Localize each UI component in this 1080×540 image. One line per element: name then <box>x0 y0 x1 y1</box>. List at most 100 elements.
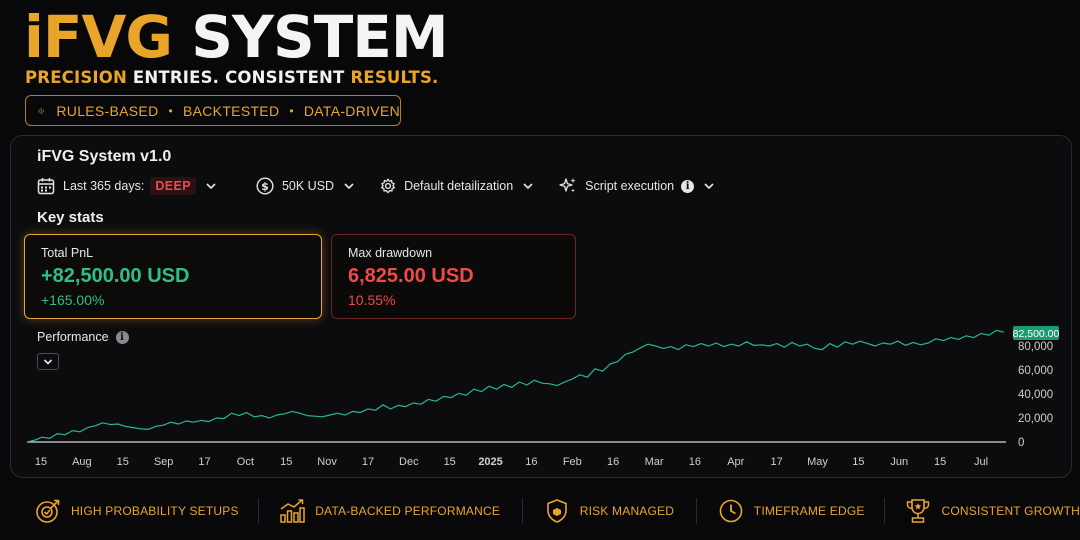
key-stats-heading: Key stats <box>37 209 104 226</box>
chevron-down-icon <box>43 358 53 365</box>
features-bar: HIGH PROBABILITY SETUPS DATA-BACKED PERF… <box>0 488 1080 534</box>
shield-icon <box>546 499 567 523</box>
max-drawdown-label: Max drawdown <box>348 246 433 260</box>
y-tick-label: 0 <box>1018 437 1024 449</box>
hero-title-system: SYSTEM <box>172 3 448 71</box>
script-filter[interactable]: Script execution i <box>559 177 716 195</box>
divider <box>883 498 885 524</box>
divider <box>522 498 524 524</box>
chevron-down-icon <box>344 183 354 190</box>
target-check-icon <box>36 499 60 523</box>
chevron-down-icon <box>206 183 216 190</box>
dollar-icon: $ <box>256 177 274 195</box>
x-tick-label: 17 <box>362 456 374 468</box>
performance-label-text: Performance <box>37 330 109 344</box>
max-drawdown-percent: 10.55% <box>348 292 396 308</box>
account-label: 50K USD <box>281 179 335 193</box>
account-filter[interactable]: $ 50K USD <box>256 177 356 195</box>
x-tick-label: 17 <box>771 456 783 468</box>
total-pnl-label: Total PnL <box>41 246 94 260</box>
x-tick-label: 15 <box>852 456 864 468</box>
y-tick-label: 20,000 <box>1018 413 1053 425</box>
feature-timeframe-edge: TIMEFRAME EDGE <box>718 488 865 534</box>
pnl-series-line <box>26 329 1005 443</box>
x-tick-label: Jun <box>890 456 908 468</box>
crosshair-icon <box>38 107 45 114</box>
total-pnl-value: +82,500.00 USD <box>41 265 190 287</box>
divider <box>257 498 259 524</box>
y-tick-label: 80,000 <box>1018 341 1053 353</box>
divider <box>696 498 698 524</box>
x-tick-label: 16 <box>689 456 701 468</box>
pill-data-driven: DATA-DRIVEN <box>303 102 400 119</box>
x-tick-label: 15 <box>280 456 292 468</box>
feature-high-probability: HIGH PROBABILITY SETUPS <box>35 488 239 534</box>
x-tick-label: Dec <box>399 456 419 468</box>
period-filter[interactable]: Last 365 days: DEEP <box>37 177 232 195</box>
feature-data-backed: DATA-BACKED PERFORMANCE <box>279 488 500 534</box>
x-tick-label: 15 <box>117 456 129 468</box>
max-drawdown-card[interactable]: Max drawdown 6,825.00 USD 10.55% <box>331 234 576 319</box>
pill-separator: • <box>289 103 294 118</box>
x-tick-label: Nov <box>317 456 337 468</box>
detail-label: Default detailization <box>404 179 514 193</box>
clock-icon <box>719 499 743 523</box>
total-pnl-percent: +165.00% <box>41 292 105 308</box>
x-tick-label: Aug <box>72 456 92 468</box>
tagline-middle: ENTRIES. CONSISTENT <box>126 68 351 87</box>
x-tick-label: Jul <box>974 456 988 468</box>
y-tick-label: 40,000 <box>1018 389 1053 401</box>
y-tick-label: 60,000 <box>1018 365 1053 377</box>
chevron-down-icon <box>523 183 533 190</box>
feature-label: RISK MANAGED <box>579 504 675 518</box>
x-tick-label: Feb <box>563 456 582 468</box>
chevron-down-icon <box>704 183 714 190</box>
features-pill: RULES-BASED • BACKTESTED • DATA-DRIVEN <box>25 95 401 126</box>
info-icon[interactable]: i <box>115 330 129 344</box>
detail-filter[interactable]: Default detailization <box>380 178 535 194</box>
gear-icon <box>381 178 396 194</box>
x-tick-label: Mar <box>645 456 664 468</box>
tagline-results: RESULTS. <box>350 68 439 87</box>
sparkle-icon <box>559 178 576 193</box>
x-tick-label: May <box>807 456 828 468</box>
x-tick-label: Sep <box>154 456 174 468</box>
feature-label: CONSISTENT GROWTH <box>941 504 1080 518</box>
x-tick-label: Apr <box>727 456 744 468</box>
total-pnl-card[interactable]: Total PnL +82,500.00 USD +165.00% <box>24 234 322 319</box>
hero-title: iFVG SYSTEM <box>24 3 449 71</box>
pill-separator: • <box>168 103 173 118</box>
period-badge: DEEP <box>150 177 196 195</box>
performance-chart[interactable]: 0 20,000 40,000 60,000 80,000 15 Aug 15 Sep 17 Oct… <box>11 316 1073 476</box>
pill-rules-based: RULES-BASED <box>56 102 159 119</box>
last-value-label: 82,500.00 <box>1013 328 1060 340</box>
strategy-panel: iFVG System v1.0 Last 365 days: DEEP $ 5… <box>10 135 1072 478</box>
x-tick-label: 15 <box>934 456 946 468</box>
panel-title: iFVG System v1.0 <box>37 148 172 165</box>
hero-title-brand: iFVG <box>24 3 173 71</box>
x-tick-label: Oct <box>237 456 254 468</box>
chart-toggle-button[interactable] <box>37 353 59 370</box>
feature-label: TIMEFRAME EDGE <box>753 504 865 518</box>
bar-chart-icon <box>280 499 305 523</box>
pill-backtested: BACKTESTED <box>183 102 280 119</box>
svg-text:$: $ <box>261 180 269 193</box>
performance-label: Performance i <box>37 330 129 344</box>
x-tick-label: 16 <box>607 456 619 468</box>
x-tick-label: 15 <box>444 456 456 468</box>
feature-label: DATA-BACKED PERFORMANCE <box>315 504 501 518</box>
tagline: PRECISION ENTRIES. CONSISTENT RESULTS. <box>25 68 439 87</box>
info-icon[interactable]: i <box>681 179 695 193</box>
x-tick-label: 15 <box>35 456 47 468</box>
x-tick-label: 17 <box>198 456 210 468</box>
feature-label: HIGH PROBABILITY SETUPS <box>70 504 239 518</box>
calendar-icon <box>37 178 55 195</box>
x-tick-label: 16 <box>525 456 537 468</box>
period-label: Last 365 days: <box>63 179 145 193</box>
trophy-icon <box>906 499 929 523</box>
x-tick-label: 2025 <box>478 456 502 468</box>
filter-bar: Last 365 days: DEEP $ 50K USD Default de… <box>37 175 740 197</box>
max-drawdown-value: 6,825.00 USD <box>348 265 474 287</box>
script-label: Script execution <box>585 179 675 193</box>
tagline-precision: PRECISION <box>25 68 127 87</box>
